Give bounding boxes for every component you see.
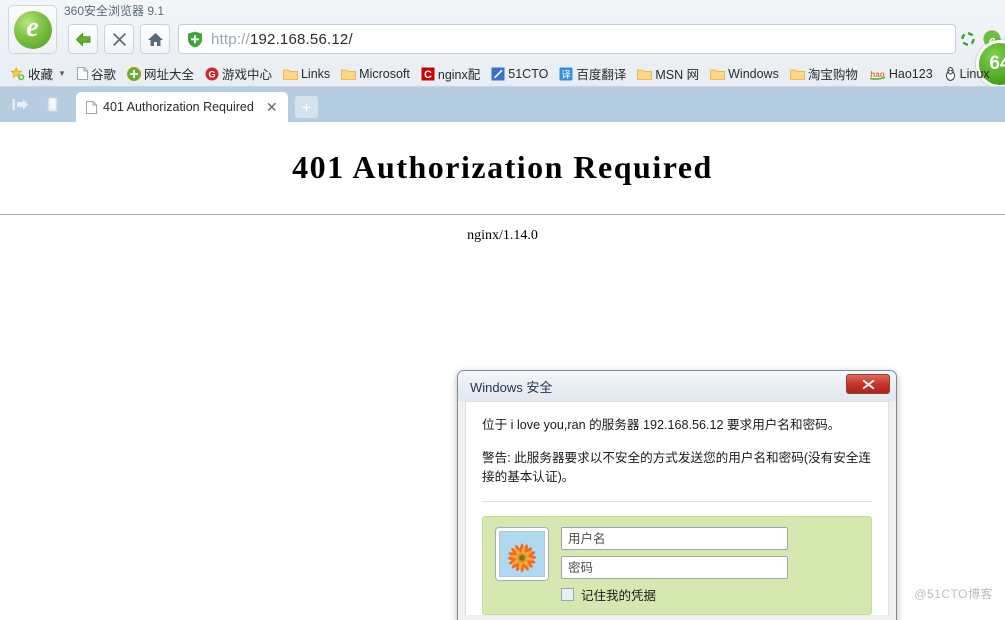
bookmark-label: 百度翻译 bbox=[576, 68, 627, 82]
refresh-glyph-icon bbox=[961, 32, 975, 46]
page-icon bbox=[76, 67, 88, 80]
bookmark-label: Linux bbox=[959, 66, 990, 81]
flower-avatar-icon bbox=[499, 531, 545, 577]
credential-fields: 记住我的凭据 bbox=[561, 527, 859, 604]
bookmark-linux[interactable]: Linux bbox=[944, 67, 990, 81]
tab-close-icon[interactable]: ✕ bbox=[264, 100, 280, 114]
bookmark-msn[interactable]: MSN 网 bbox=[637, 64, 699, 83]
blue-translate-icon: 译 bbox=[559, 67, 573, 81]
bookmark-label: 淘宝购物 bbox=[807, 68, 858, 82]
bookmark-label: nginx配 bbox=[437, 68, 481, 82]
remember-credentials-checkbox[interactable] bbox=[561, 588, 574, 601]
e-logo-icon: e bbox=[13, 10, 52, 49]
red-c-icon: C bbox=[421, 67, 435, 81]
dialog-title: Windows 安全 bbox=[470, 379, 553, 395]
server-signature: nginx/1.14.0 bbox=[467, 228, 538, 243]
new-tab-button[interactable]: + bbox=[295, 96, 318, 118]
tab-401-authorization-required[interactable]: 401 Authorization Required ✕ bbox=[76, 92, 288, 122]
bookmark-label: 51CTO bbox=[508, 66, 549, 81]
app-title: 360安全浏览器 9.1 bbox=[64, 4, 165, 18]
browser-chrome: e 360安全浏览器 9.1 http://192.168.56.12/ 6 收… bbox=[0, 0, 1005, 122]
red-g-icon: G bbox=[205, 67, 219, 81]
home-button[interactable] bbox=[140, 24, 170, 54]
bookmark-baidu-translate[interactable]: 译 百度翻译 bbox=[559, 64, 626, 83]
folder-icon bbox=[789, 68, 805, 80]
star-plus-icon bbox=[10, 66, 25, 81]
folder-icon bbox=[283, 68, 298, 80]
bookmark-windows[interactable]: Windows bbox=[710, 67, 779, 81]
page-title: 401 Authorization Required bbox=[292, 149, 713, 185]
remember-credentials-label: 记住我的凭据 bbox=[581, 589, 657, 603]
bookmark-label: 网址大全 bbox=[143, 68, 194, 82]
svg-text:C: C bbox=[424, 69, 432, 81]
bookmark-label: 收藏 bbox=[28, 68, 54, 82]
dialog-close-button[interactable] bbox=[846, 374, 890, 394]
tab-favicon-page-icon bbox=[86, 100, 97, 114]
back-arrow-icon bbox=[75, 32, 90, 46]
refresh-icon[interactable] bbox=[958, 29, 978, 49]
browser-logo: e bbox=[8, 5, 57, 54]
bookmark-hao123[interactable]: hao Hao123 bbox=[869, 67, 933, 81]
dialog-body: 位于 i love you,ran 的服务器 192.168.56.12 要求用… bbox=[465, 401, 889, 615]
sidebar-toggle-icon[interactable] bbox=[12, 96, 29, 113]
watermark: @51CTO博客 bbox=[914, 587, 993, 601]
dialog-titlebar: Windows 安全 bbox=[458, 371, 896, 401]
credentials-panel: 记住我的凭据 bbox=[482, 516, 872, 615]
windows-security-dialog: Windows 安全 位于 i love you,ran 的服务器 192.16… bbox=[457, 370, 897, 620]
username-input[interactable] bbox=[561, 527, 788, 550]
folder-icon bbox=[341, 68, 357, 80]
folder-icon bbox=[637, 68, 653, 80]
bookmark-label: Microsoft bbox=[359, 66, 410, 81]
url-host: 192.168.56.12/ bbox=[249, 30, 353, 48]
remember-credentials-row[interactable]: 记住我的凭据 bbox=[561, 585, 859, 604]
bookmark-label: Links bbox=[300, 66, 331, 81]
svg-text:G: G bbox=[208, 69, 215, 79]
dialog-separator bbox=[482, 501, 872, 502]
bookmark-web-directory[interactable]: 网址大全 bbox=[126, 64, 194, 83]
bookmark-microsoft[interactable]: Microsoft bbox=[341, 67, 410, 81]
bookmark-google[interactable]: 谷歌 bbox=[76, 64, 116, 83]
shield-plus-icon bbox=[188, 31, 202, 47]
dialog-warning: 警告: 此服务器要求以不安全的方式发送您的用户名和密码(没有安全连接的基本认证)… bbox=[482, 451, 872, 484]
page-content: 401 Authorization Required nginx/1.14.0 … bbox=[0, 122, 1005, 620]
bookmark-links[interactable]: Links bbox=[283, 67, 330, 81]
bookmark-label: 谷歌 bbox=[90, 68, 116, 82]
svg-text:译: 译 bbox=[562, 69, 572, 80]
hao-icon: hao bbox=[869, 67, 886, 80]
home-icon bbox=[147, 32, 163, 46]
bookmark-label: MSN 网 bbox=[655, 68, 700, 82]
tab-strip: 401 Authorization Required ✕ + bbox=[0, 87, 1005, 122]
bookmark-game-center[interactable]: G 游戏中心 bbox=[205, 64, 272, 83]
address-bar[interactable]: http://192.168.56.12/ bbox=[178, 24, 956, 54]
bookmark-taobao[interactable]: 淘宝购物 bbox=[789, 64, 858, 83]
close-x-icon bbox=[112, 32, 126, 46]
bookmark-favorites[interactable]: 收藏 ▼ bbox=[10, 64, 66, 83]
linux-icon bbox=[944, 66, 957, 81]
password-input[interactable] bbox=[561, 556, 788, 579]
dialog-message: 位于 i love you,ran 的服务器 192.168.56.12 要求用… bbox=[482, 418, 841, 432]
blue-pen-icon bbox=[491, 67, 505, 81]
bookmark-label: Windows bbox=[728, 66, 779, 81]
url-text: http://192.168.56.12/ bbox=[211, 31, 353, 48]
stop-button[interactable] bbox=[104, 24, 134, 54]
bookmark-label: 游戏中心 bbox=[221, 68, 272, 82]
url-scheme: http:// bbox=[211, 30, 250, 48]
reading-mode-icon[interactable] bbox=[44, 96, 61, 113]
avatar bbox=[495, 527, 549, 581]
bookmark-label: Hao123 bbox=[888, 66, 933, 81]
bookmark-51cto[interactable]: 51CTO bbox=[491, 67, 548, 81]
close-x-icon bbox=[862, 379, 874, 389]
back-button[interactable] bbox=[68, 24, 98, 54]
chevron-down-icon[interactable]: ▼ bbox=[58, 69, 66, 78]
green-plus-icon bbox=[126, 66, 141, 81]
folder-icon bbox=[710, 68, 726, 80]
tab-title: 401 Authorization Required bbox=[103, 100, 254, 114]
bookmark-nginx-config[interactable]: C nginx配 bbox=[421, 64, 480, 83]
bookmarks-bar: 收藏 ▼ 谷歌 网址大全 G 游戏中心 Links Microsoft C ng… bbox=[0, 61, 1005, 87]
